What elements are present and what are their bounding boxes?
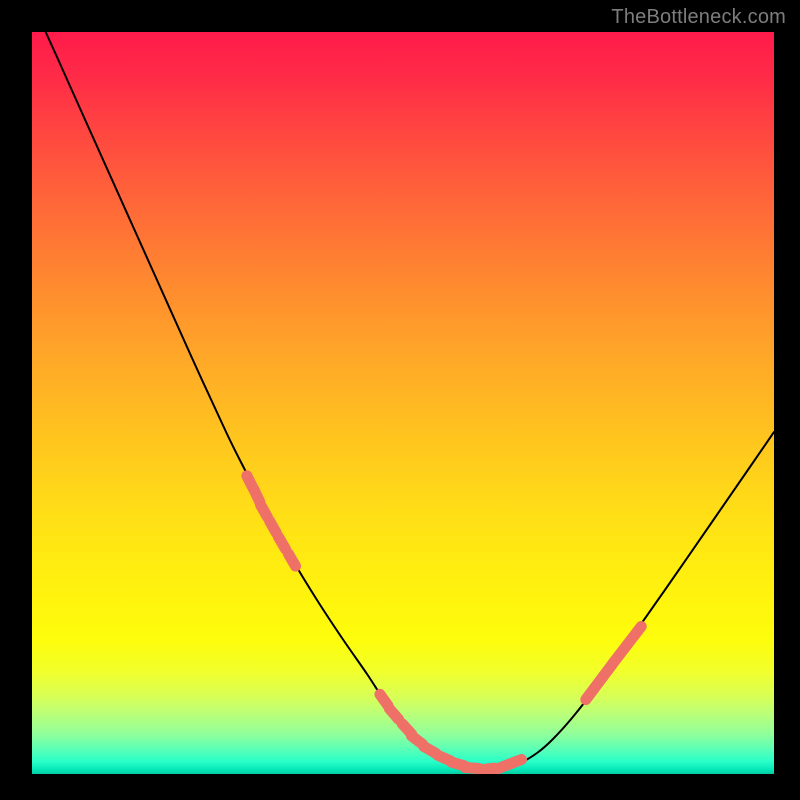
chart-svg [32, 32, 774, 774]
highlight-bead [270, 521, 277, 533]
highlight-bead [261, 505, 268, 517]
highlight-bead [278, 537, 285, 549]
highlight-points [247, 476, 641, 770]
watermark-text: TheBottleneck.com [611, 6, 786, 29]
main-curve [32, 32, 774, 770]
highlight-bead [288, 554, 295, 566]
highlight-bead [508, 759, 521, 764]
plot-area [32, 32, 774, 774]
highlight-bead [389, 709, 398, 720]
highlight-bead [633, 626, 642, 637]
chart-container: TheBottleneck.com [0, 0, 800, 800]
